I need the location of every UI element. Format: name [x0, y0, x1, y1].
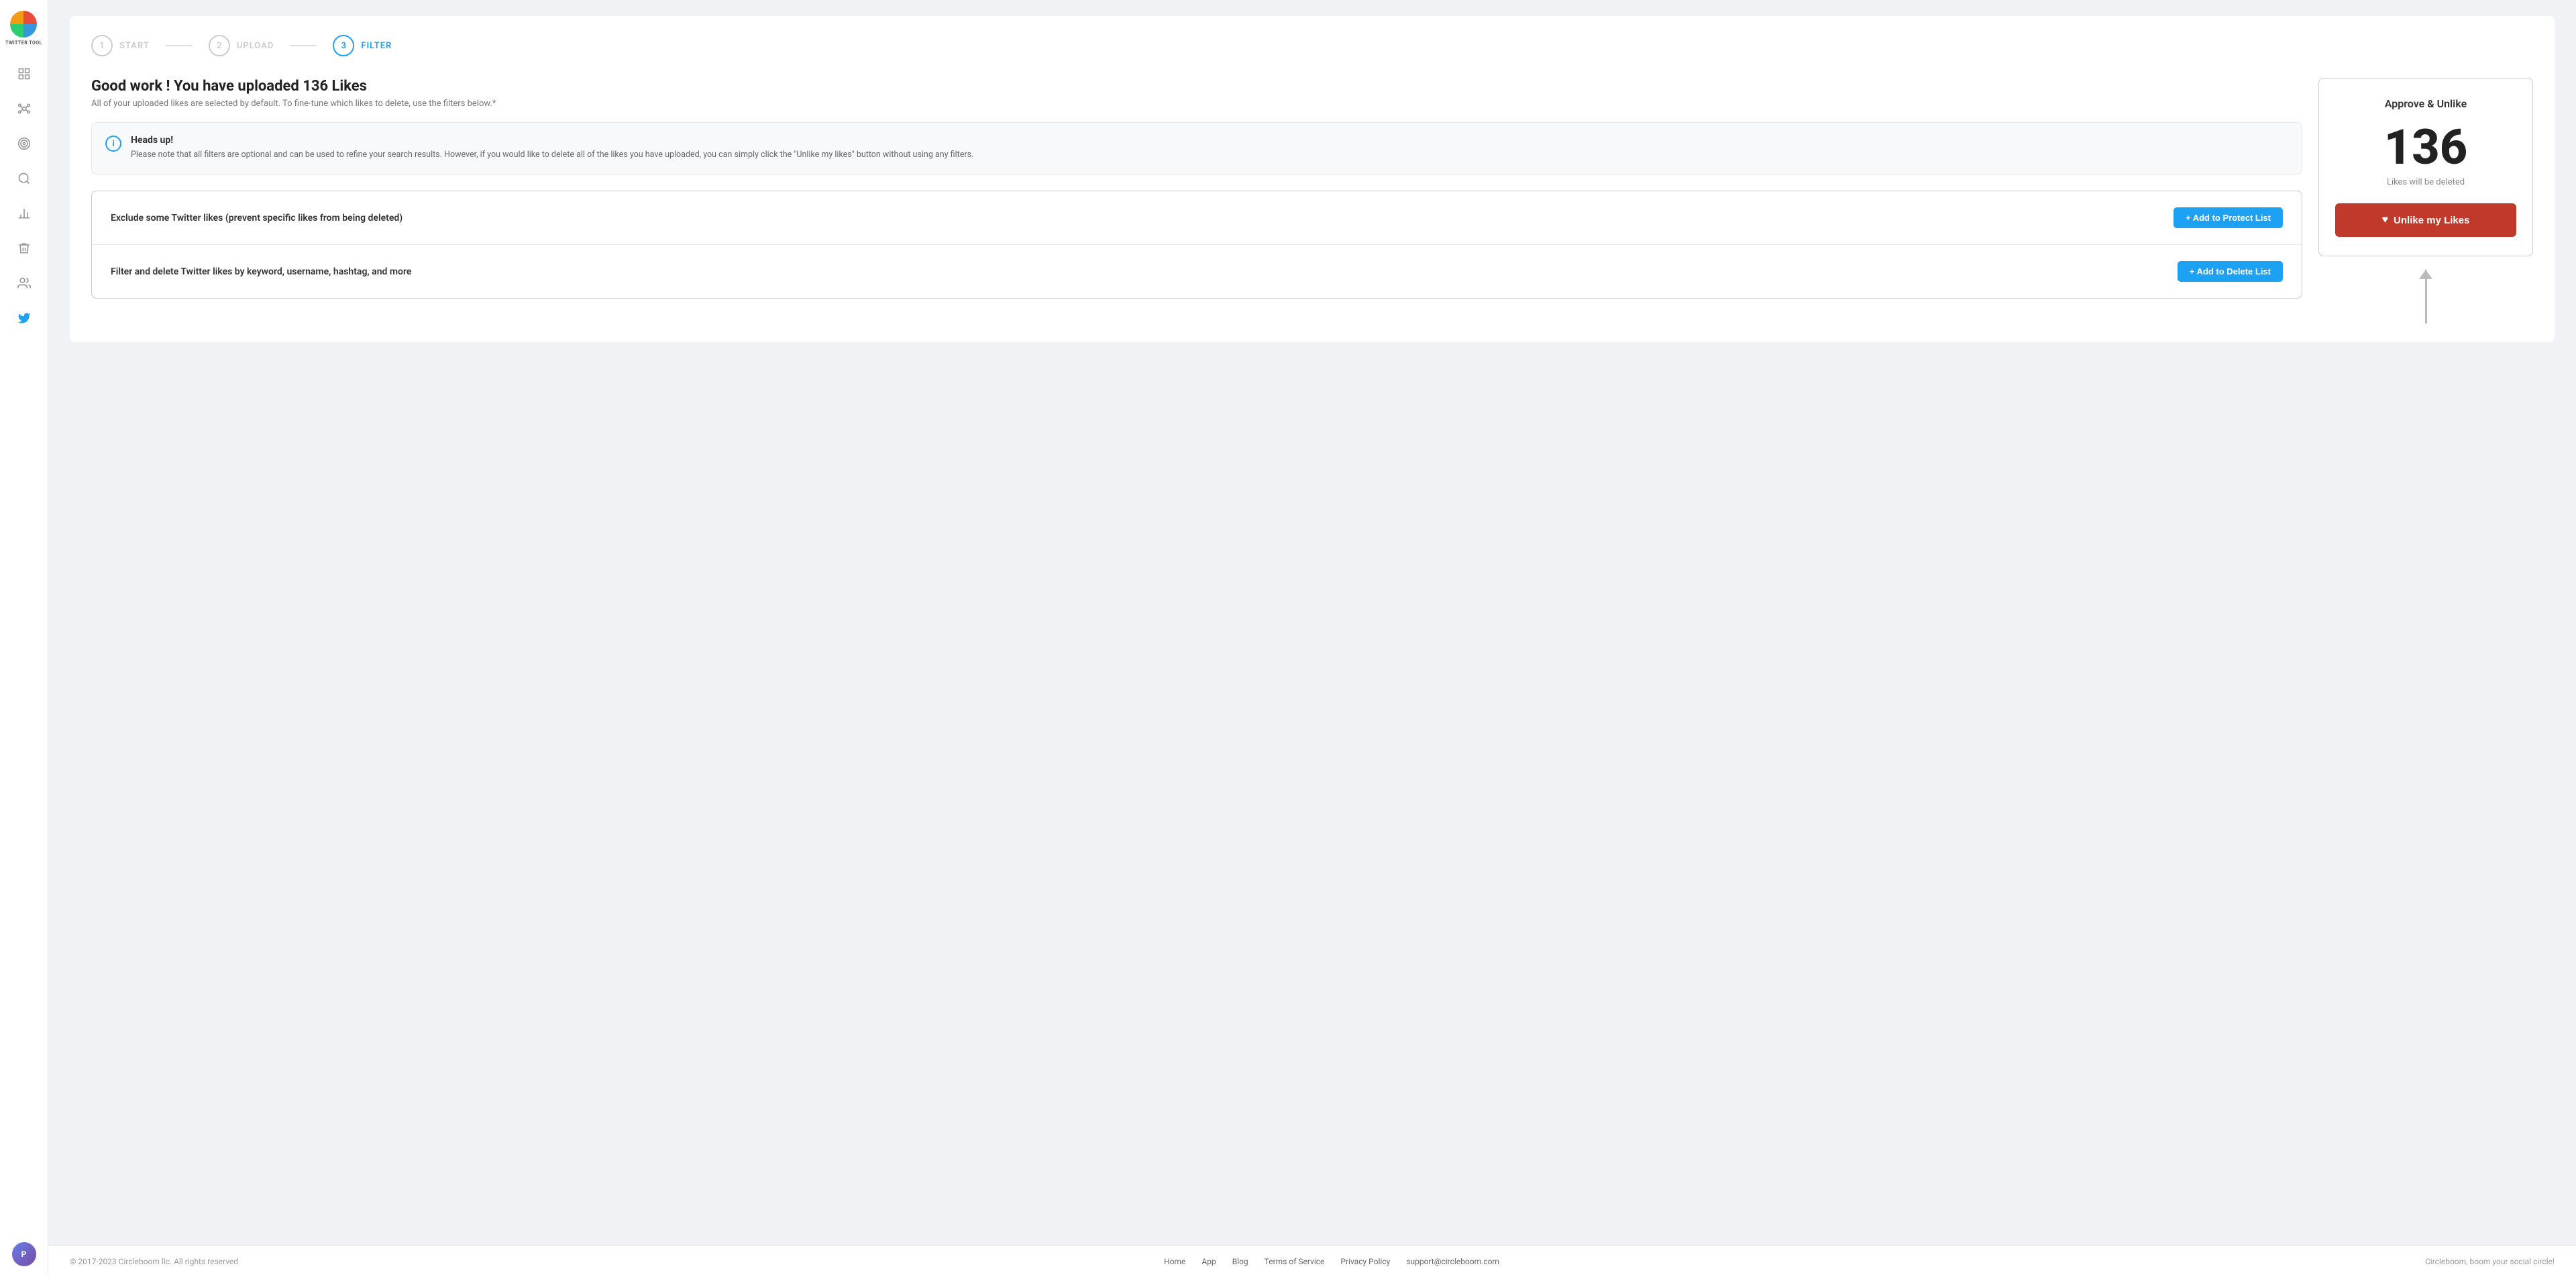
- sidebar-item-target[interactable]: [9, 129, 39, 158]
- footer-link-privacy[interactable]: Privacy Policy: [1340, 1257, 1390, 1266]
- sidebar-item-delete[interactable]: [9, 234, 39, 263]
- sidebar-item-dashboard[interactable]: [9, 59, 39, 89]
- audience-icon: [17, 276, 31, 290]
- info-icon: i: [105, 136, 121, 152]
- right-panel: Approve & Unlike 136 Likes will be delet…: [2318, 78, 2533, 323]
- approve-title: Approve & Unlike: [2335, 97, 2516, 110]
- step-2-circle: 2: [209, 35, 230, 56]
- step-divider-2: [290, 45, 317, 46]
- logo-text: TWITTER TOOL: [5, 40, 42, 46]
- footer: © 2017-2023 Circleboom llc. All rights r…: [48, 1245, 2576, 1277]
- sidebar-item-audience[interactable]: [9, 268, 39, 298]
- step-1-label: START: [119, 41, 150, 51]
- twitter-icon: [17, 311, 31, 325]
- sidebar-bottom: P: [12, 1242, 36, 1266]
- arrow-up-icon: [2419, 270, 2432, 323]
- delete-icon: [17, 242, 31, 255]
- add-protect-list-button[interactable]: + Add to Protect List: [2174, 207, 2283, 228]
- sidebar-item-search[interactable]: [9, 164, 39, 193]
- info-title: Heads up!: [131, 135, 973, 146]
- info-text: Please note that all filters are optiona…: [131, 148, 973, 162]
- step-2-label: UPLOAD: [237, 41, 274, 51]
- approve-subtitle: Likes will be deleted: [2335, 177, 2516, 187]
- info-box: i Heads up! Please note that all filters…: [91, 122, 2302, 174]
- filter-protect-label: Exclude some Twitter likes (prevent spec…: [111, 213, 402, 223]
- footer-link-home[interactable]: Home: [1164, 1257, 1185, 1266]
- footer-link-support[interactable]: support@circleboom.com: [1406, 1257, 1499, 1266]
- network-icon: [17, 102, 31, 115]
- footer-tagline: Circleboom, boom your social circle!: [2425, 1257, 2555, 1266]
- filter-delete-label: Filter and delete Twitter likes by keywo…: [111, 266, 411, 277]
- stepper: 1 START 2 UPLOAD 3 FILTER: [91, 35, 2533, 56]
- step-divider-1: [166, 45, 193, 46]
- arrow-container: [2318, 270, 2533, 323]
- target-icon: [17, 137, 31, 150]
- sidebar-item-analytics[interactable]: [9, 199, 39, 228]
- add-delete-list-button[interactable]: + Add to Delete List: [2178, 261, 2283, 282]
- unlike-button[interactable]: ♥ Unlike my Likes: [2335, 203, 2516, 237]
- footer-link-tos[interactable]: Terms of Service: [1265, 1257, 1325, 1266]
- footer-link-app[interactable]: App: [1201, 1257, 1216, 1266]
- main-grid: Good work ! You have uploaded 136 Likes …: [91, 78, 2533, 323]
- main-card: 1 START 2 UPLOAD 3 FILTER: [70, 16, 2555, 342]
- sidebar-nav: [9, 59, 39, 1242]
- filter-row-protect: Exclude some Twitter likes (prevent spec…: [92, 191, 2302, 245]
- filter-row-delete: Filter and delete Twitter likes by keywo…: [92, 245, 2302, 298]
- footer-link-blog[interactable]: Blog: [1232, 1257, 1248, 1266]
- left-panel: Good work ! You have uploaded 136 Likes …: [91, 78, 2302, 299]
- step-2: 2 UPLOAD: [209, 35, 274, 56]
- sidebar-item-network[interactable]: [9, 94, 39, 123]
- filter-container: Exclude some Twitter likes (prevent spec…: [91, 191, 2302, 299]
- dashboard-icon: [17, 67, 31, 81]
- step-3-circle: 3: [333, 35, 354, 56]
- approve-count: 136: [2335, 123, 2516, 172]
- footer-copyright: © 2017-2023 Circleboom llc. All rights r…: [70, 1257, 238, 1266]
- step-3-label: FILTER: [361, 41, 392, 51]
- step-3: 3 FILTER: [333, 35, 392, 56]
- content-area: 1 START 2 UPLOAD 3 FILTER: [48, 0, 2576, 1245]
- heart-icon: ♥: [2382, 214, 2389, 226]
- page-subtitle: All of your uploaded likes are selected …: [91, 99, 2302, 109]
- footer-links: Home App Blog Terms of Service Privacy P…: [1164, 1257, 1499, 1266]
- search-icon: [17, 172, 31, 185]
- step-1: 1 START: [91, 35, 150, 56]
- sidebar: TWITTER TOOL: [0, 0, 48, 1277]
- page-title: Good work ! You have uploaded 136 Likes: [91, 78, 2302, 95]
- main-content: 1 START 2 UPLOAD 3 FILTER: [48, 0, 2576, 1277]
- step-1-circle: 1: [91, 35, 113, 56]
- info-content: Heads up! Please note that all filters a…: [131, 135, 973, 162]
- sidebar-item-twitter[interactable]: [9, 303, 39, 333]
- avatar[interactable]: P: [12, 1242, 36, 1266]
- sidebar-logo: TWITTER TOOL: [5, 11, 42, 46]
- analytics-icon: [17, 207, 31, 220]
- logo-icon: [10, 11, 37, 38]
- approve-card: Approve & Unlike 136 Likes will be delet…: [2318, 78, 2533, 256]
- arrow-head: [2419, 270, 2432, 279]
